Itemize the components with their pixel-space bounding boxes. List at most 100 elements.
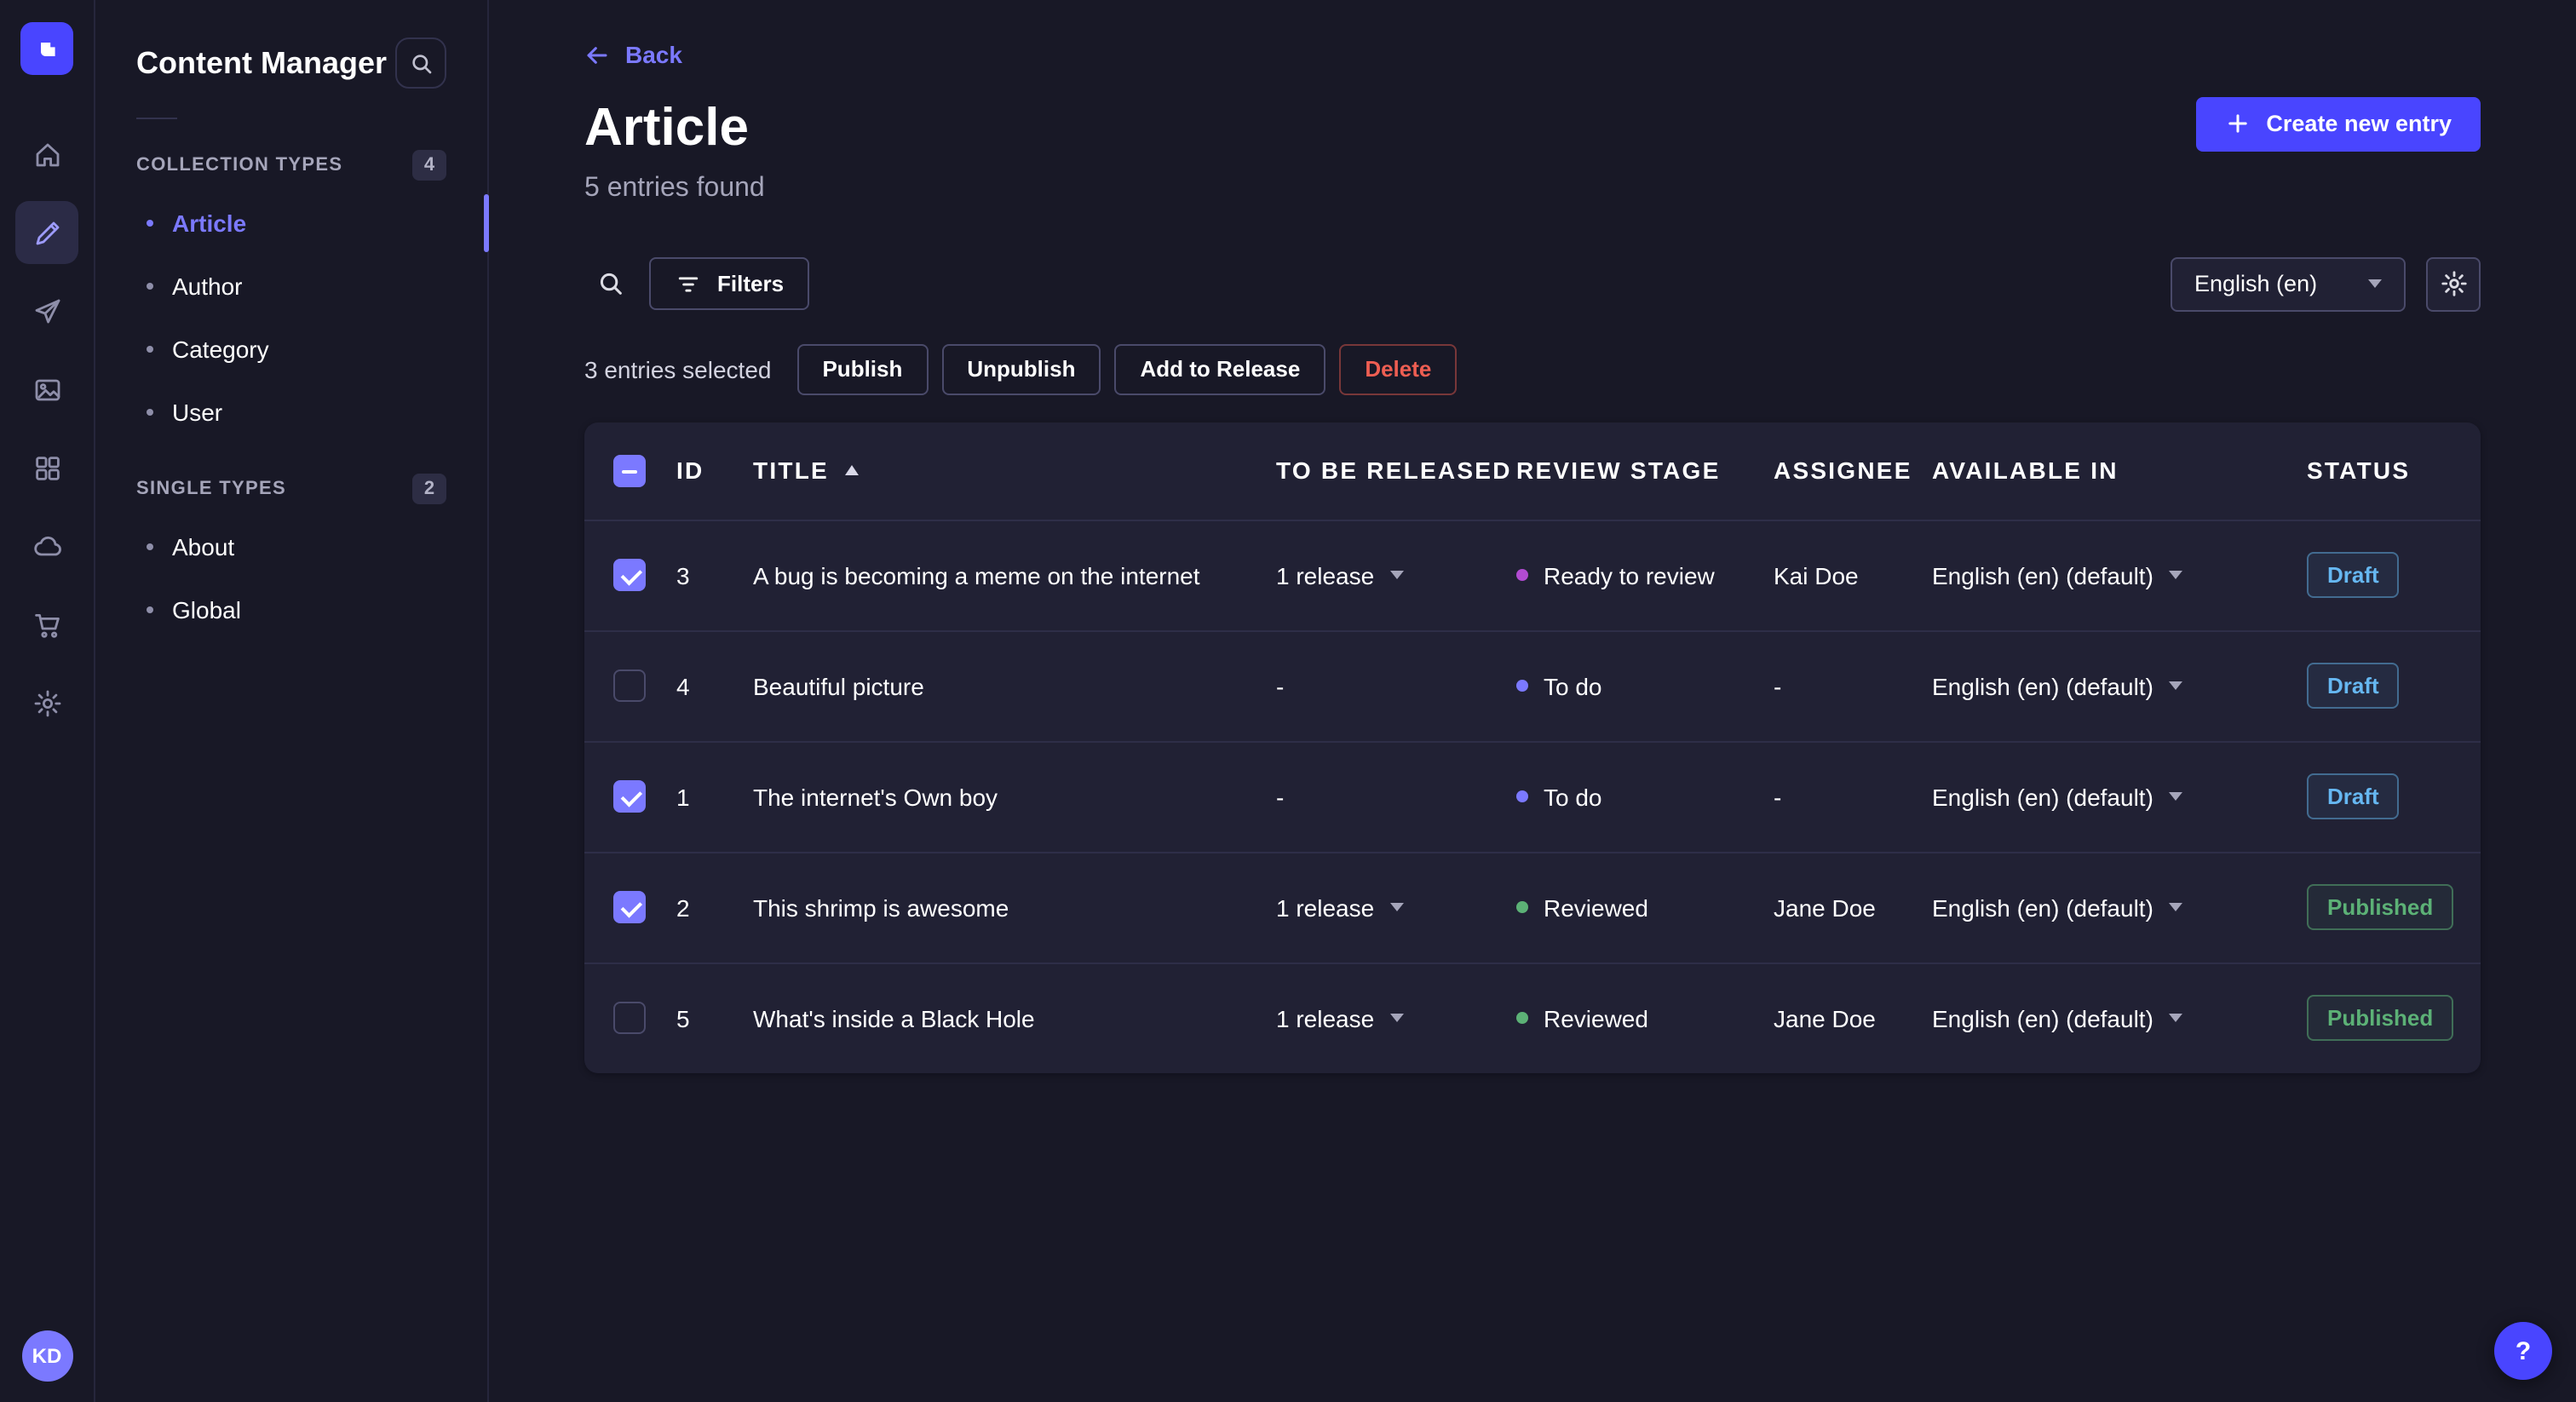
nav-transfer-button[interactable] [15,279,78,342]
cloud-icon [33,535,60,555]
gear-icon [2441,271,2466,296]
row-locale-dropdown[interactable]: English (en) (default) [1932,893,2182,921]
section-label: SINGLE TYPES [136,479,286,499]
release-dropdown[interactable]: - [1276,672,1284,699]
gear-icon [33,689,60,716]
unpublish-button[interactable]: Unpublish [941,343,1101,394]
section-count-badge: 2 [412,474,446,504]
table-row[interactable]: 4 Beautiful picture - To do - English (e… [584,629,2481,740]
nav-content-manager-button[interactable] [15,201,78,264]
table-row[interactable]: 1 The internet's Own boy - To do - Engli… [584,740,2481,851]
locale-select[interactable]: English (en) [2171,256,2406,311]
sidebar-item[interactable]: About [136,514,446,577]
release-label: - [1276,783,1285,810]
paper-plane-icon [34,298,60,323]
user-avatar[interactable]: KD [21,1330,72,1382]
nav-media-library-button[interactable] [15,358,78,421]
release-dropdown[interactable]: 1 release [1276,1004,1404,1031]
filter-icon [678,276,699,291]
sidebar-item-label: User [172,398,223,425]
nav-marketplace-button[interactable] [15,593,78,656]
sidebar-item-label: Article [172,209,247,236]
row-locale-label: English (en) (default) [1932,893,2153,921]
row-locale-dropdown[interactable]: English (en) (default) [1932,783,2182,810]
stage-label: Reviewed [1544,893,1648,921]
search-button[interactable] [584,258,635,309]
column-header-assignee[interactable]: ASSIGNEE [1774,457,1932,484]
column-header-title[interactable]: TITLE [753,457,1276,484]
sidebar-item[interactable]: User [136,380,446,443]
release-dropdown[interactable]: - [1276,783,1284,810]
nav-home-button[interactable] [15,123,78,186]
pen-icon [35,221,59,244]
strapi-logo-icon [40,42,55,55]
bullet-icon [147,606,153,612]
column-header-available[interactable]: AVAILABLE IN [1932,457,2307,484]
table-header-row: ID TITLE TO BE RELEASED IN REVIEW STAGE … [584,422,2481,519]
row-assignee: Kai Doe [1774,561,1859,589]
row-checkbox[interactable] [613,780,646,813]
search-icon [411,54,431,73]
column-header-id[interactable]: ID [676,457,753,484]
status-badge: Published [2307,884,2454,930]
nav-cloud-button[interactable] [15,514,78,577]
row-locale-dropdown[interactable]: English (en) (default) [1932,1004,2182,1031]
row-id: 3 [676,561,690,589]
table-row[interactable]: 2 This shrimp is awesome 1 release Revie… [584,851,2481,962]
nav-rail-icons [15,123,78,734]
release-dropdown[interactable]: 1 release [1276,561,1404,589]
sidebar-item-label: Author [172,272,243,299]
toolbar-right: English (en) [2171,256,2481,311]
back-link[interactable]: Back [584,41,682,68]
toolbar: Filters English (en) [584,256,2481,311]
publish-button[interactable]: Publish [796,343,929,394]
create-entry-label: Create new entry [2266,111,2452,136]
help-button[interactable]: ? [2494,1322,2552,1380]
bullet-icon [147,408,153,415]
row-locale-dropdown[interactable]: English (en) (default) [1932,672,2182,699]
strapi-logo[interactable] [20,22,73,75]
nav-content-type-builder-button[interactable] [15,436,78,499]
chevron-down-icon [1389,1014,1404,1022]
stage-label: Ready to review [1544,561,1715,589]
filters-button[interactable]: Filters [649,257,810,310]
status-badge: Draft [2307,552,2400,598]
row-checkbox[interactable] [613,1002,646,1034]
sidebar-item[interactable]: Author [136,254,446,317]
page-title: Article [584,96,749,156]
blocks-icon [35,456,59,480]
row-title: What's inside a Black Hole [753,1004,1035,1031]
stage-dot [1516,569,1528,581]
column-header-stage[interactable]: REVIEW STAGE [1516,457,1774,484]
sort-ascending-icon [845,465,860,475]
table-row[interactable]: 5 What's inside a Black Hole 1 release R… [584,962,2481,1072]
table-row[interactable]: 3 A bug is becoming a meme on the intern… [584,519,2481,629]
search-icon [599,273,621,295]
selection-count: 3 entries selected [584,355,772,382]
row-id: 5 [676,1004,690,1031]
delete-button[interactable]: Delete [1339,343,1458,394]
column-header-status[interactable]: STATUS [2307,457,2481,484]
row-id: 1 [676,783,690,810]
column-header-release[interactable]: TO BE RELEASED IN [1276,457,1516,484]
chevron-down-icon [2168,681,2182,690]
sidebar-item[interactable]: Category [136,317,446,380]
release-dropdown[interactable]: 1 release [1276,893,1404,921]
sidebar-item[interactable]: Article [136,191,489,254]
sidebar-title: Content Manager [136,45,388,79]
sidebar-search-button[interactable] [395,37,446,89]
view-settings-button[interactable] [2426,256,2481,311]
row-checkbox[interactable] [613,559,646,591]
bullet-icon [147,282,153,289]
create-entry-button[interactable]: Create new entry [2196,96,2481,151]
row-id: 4 [676,672,690,699]
add-to-release-button[interactable]: Add to Release [1114,343,1326,394]
sidebar-item[interactable]: Global [136,577,446,641]
select-all-checkbox[interactable] [613,454,646,486]
row-locale-dropdown[interactable]: English (en) (default) [1932,561,2182,589]
stage-dot [1516,790,1528,802]
row-checkbox[interactable] [613,891,646,923]
nav-settings-button[interactable] [15,671,78,734]
stage-label: To do [1544,783,1602,810]
row-checkbox[interactable] [613,669,646,702]
